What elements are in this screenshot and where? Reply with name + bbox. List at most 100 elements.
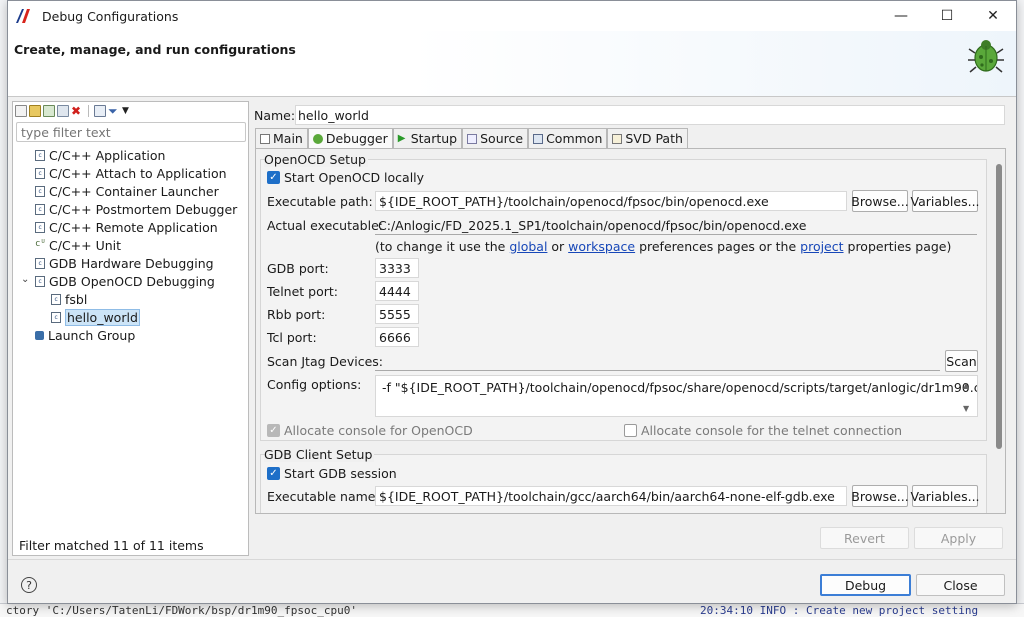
- scroll-down-icon[interactable]: ▼: [963, 404, 969, 413]
- c-app-icon: c: [35, 257, 45, 269]
- tab-svd-path[interactable]: SVD Path: [607, 128, 688, 148]
- c-app-icon: c: [35, 275, 45, 287]
- tab-label: Startup: [410, 131, 458, 146]
- tree-item-launch-group[interactable]: Launch Group: [35, 326, 135, 344]
- tree-item-cpp-unit[interactable]: cᵁ C/C++ Unit: [35, 236, 121, 254]
- revert-button[interactable]: Revert: [820, 527, 909, 549]
- c-app-icon: c: [51, 311, 61, 323]
- close-button[interactable]: Close: [916, 574, 1005, 596]
- c-app-icon: c: [35, 203, 45, 215]
- minimize-button[interactable]: —: [878, 1, 924, 31]
- c-app-icon: c: [35, 167, 45, 179]
- tree-item-fsbl[interactable]: c fsbl: [51, 290, 87, 308]
- exec-path-input[interactable]: ${IDE_ROOT_PATH}/toolchain/openocd/fpsoc…: [375, 191, 847, 211]
- new-config-icon[interactable]: [15, 105, 27, 117]
- tree-item-cpp-remote[interactable]: c C/C++ Remote Application: [35, 218, 218, 236]
- project-link[interactable]: project: [800, 239, 843, 254]
- tree-item-gdb-hardware[interactable]: c GDB Hardware Debugging: [35, 254, 214, 272]
- view-menu-icon[interactable]: ▼: [122, 105, 134, 117]
- c-app-icon: c: [35, 185, 45, 197]
- hint-mid: preferences pages or the: [635, 239, 801, 254]
- config-options-textarea[interactable]: -f "${IDE_ROOT_PATH}/toolchain/openocd/f…: [375, 375, 978, 417]
- workspace-link[interactable]: workspace: [568, 239, 635, 254]
- global-link[interactable]: global: [509, 239, 547, 254]
- tab-source[interactable]: Source: [462, 128, 529, 148]
- dialog-heading: Create, manage, and run configurations: [14, 42, 296, 57]
- openocd-group-title-overlay: OpenOCD Setup: [264, 152, 368, 167]
- help-icon: ?: [26, 578, 32, 592]
- tab-label: Source: [480, 131, 524, 146]
- console-line-left: ctory 'C:/Users/TatenLi/FDWork/bsp/dr1m9…: [6, 604, 357, 617]
- config-name-input[interactable]: hello_world: [295, 105, 1005, 125]
- tab-main[interactable]: Main: [255, 128, 308, 148]
- chevron-down-icon[interactable]: ⌄: [21, 274, 29, 285]
- content-scrollbar[interactable]: [996, 164, 1002, 449]
- tree-item-label: C/C++ Remote Application: [49, 219, 218, 235]
- export-icon[interactable]: [43, 105, 55, 117]
- tree-item-hello-world[interactable]: c hello_world: [51, 308, 140, 326]
- tree-item-label: GDB OpenOCD Debugging: [49, 273, 215, 289]
- tree-item-cpp-attach[interactable]: c C/C++ Attach to Application: [35, 164, 227, 182]
- scan-jtag-label: Scan Jtag Devices:: [267, 354, 383, 369]
- title-bar: Debug Configurations — ☐ ✕: [8, 1, 1016, 31]
- tree-item-gdb-openocd[interactable]: c GDB OpenOCD Debugging: [35, 272, 215, 290]
- openocd-variables-button[interactable]: Variables...: [910, 190, 980, 212]
- launch-group-icon: [35, 330, 44, 340]
- console-line-right: 20:34:10 INFO : Create new project setti…: [700, 604, 979, 617]
- tree-item-label: hello_world: [65, 308, 140, 326]
- telnet-port-input[interactable]: 4444: [375, 281, 419, 301]
- apply-button[interactable]: Apply: [914, 527, 1003, 549]
- gdb-client-group-title: GDB Client Setup: [264, 447, 375, 462]
- scan-button[interactable]: Scan: [945, 350, 978, 372]
- close-window-button[interactable]: ✕: [970, 1, 1016, 31]
- tree-item-cpp-container[interactable]: c C/C++ Container Launcher: [35, 182, 219, 200]
- debug-bug-icon: [968, 40, 1004, 73]
- actual-exec-value: C:/Anlogic/FD_2025.1_SP1/toolchain/openo…: [378, 218, 807, 233]
- hint-prefix: (to change it use the: [375, 239, 510, 254]
- rbb-port-input[interactable]: 5555: [375, 304, 419, 324]
- tcl-port-input[interactable]: 6666: [375, 327, 419, 347]
- start-openocd-label: Start OpenOCD locally: [284, 170, 425, 185]
- exec-path-label: Executable path:: [267, 194, 373, 209]
- tab-common[interactable]: Common: [528, 128, 608, 148]
- maximize-icon: ☐: [940, 8, 954, 24]
- debug-configurations-dialog: Debug Configurations — ☐ ✕ Create, manag…: [7, 0, 1017, 604]
- gdb-browse-button[interactable]: Browse...: [851, 485, 909, 507]
- window-title: Debug Configurations: [42, 8, 179, 24]
- hint-or: or: [547, 239, 569, 254]
- new-prototype-icon[interactable]: [29, 105, 41, 117]
- close-icon: ✕: [987, 8, 999, 24]
- scan-jtag-underline: [375, 370, 940, 371]
- main-tab-icon: [260, 133, 270, 144]
- filter-status: Filter matched 11 of 11 items: [19, 538, 204, 553]
- startup-tab-icon: ▶: [397, 132, 406, 144]
- gdb-variables-button[interactable]: Variables...: [910, 485, 980, 507]
- debug-button[interactable]: Debug: [820, 574, 911, 596]
- maximize-button[interactable]: ☐: [924, 1, 970, 31]
- duplicate-icon[interactable]: [57, 105, 69, 117]
- start-openocd-checkbox[interactable]: ✓: [267, 171, 280, 184]
- tree-item-cpp-application[interactable]: c C/C++ Application: [35, 146, 165, 164]
- config-tabs: Main Debugger ▶ Startup Source Common SV…: [255, 128, 688, 148]
- openocd-browse-button[interactable]: Browse...: [851, 190, 909, 212]
- toolbar-separator: [88, 105, 89, 117]
- help-button[interactable]: ?: [21, 577, 37, 593]
- tree-item-label: fsbl: [65, 291, 88, 307]
- name-label: Name:: [254, 108, 296, 123]
- gdb-port-input[interactable]: 3333: [375, 258, 419, 278]
- filter-icon[interactable]: ⏷: [108, 105, 120, 117]
- svd-tab-icon: [612, 133, 623, 144]
- tab-startup[interactable]: ▶ Startup: [392, 128, 463, 148]
- start-gdb-checkbox[interactable]: ✓: [267, 467, 280, 480]
- collapse-all-icon[interactable]: [94, 105, 106, 117]
- tree-item-cpp-postmortem[interactable]: c C/C++ Postmortem Debugger: [35, 200, 237, 218]
- delete-icon[interactable]: ✖: [71, 105, 83, 117]
- alloc-telnet-checkbox[interactable]: [624, 424, 637, 437]
- alloc-console-checkbox[interactable]: ✓: [267, 424, 280, 437]
- filter-input[interactable]: [16, 122, 246, 142]
- scroll-up-icon[interactable]: ▲: [963, 381, 969, 390]
- gdb-exec-name-input[interactable]: ${IDE_ROOT_PATH}/toolchain/gcc/aarch64/b…: [375, 486, 847, 506]
- tab-debugger[interactable]: Debugger: [307, 128, 393, 148]
- hint-suffix: properties page): [843, 239, 952, 254]
- common-tab-icon: [533, 133, 544, 144]
